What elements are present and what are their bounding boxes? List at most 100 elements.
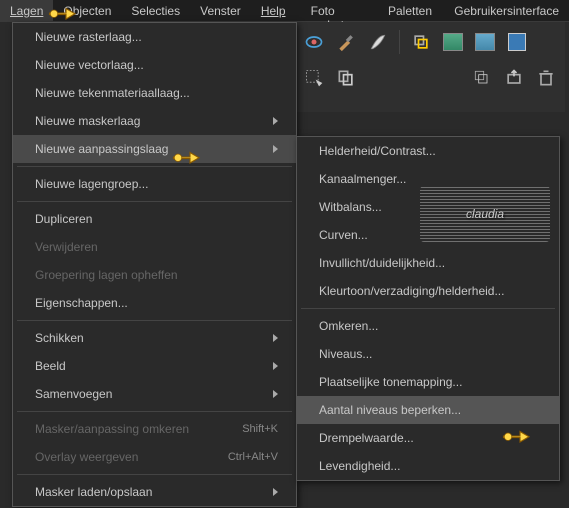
submenu-plaatselijke-tonemapping[interactable]: Plaatselijke tonemapping... [297, 368, 559, 396]
submenu-niveaus[interactable]: Niveaus... [297, 340, 559, 368]
menu-venster-label: Venster [200, 4, 241, 18]
menu-nieuwe-lagengroep[interactable]: Nieuwe lagengroep... [13, 170, 296, 198]
submenu-invullicht[interactable]: Invullicht/duidelijkheid... [297, 249, 559, 277]
menu-verwijderen[interactable]: Verwijderen [13, 233, 296, 261]
submenu-levendigheid[interactable]: Levendigheid... [297, 452, 559, 480]
submenu-helderheid-contrast[interactable]: Helderheid/Contrast... [297, 137, 559, 165]
submenu-witbalans[interactable]: Witbalans... [297, 193, 559, 221]
chevron-right-icon [273, 334, 278, 342]
export-icon[interactable] [501, 66, 527, 90]
label: Helderheid/Contrast... [319, 144, 436, 158]
menubar: Lagen Objecten Selecties Venster Help Fo… [0, 0, 569, 22]
chevron-right-icon [273, 488, 278, 496]
shortcut: Ctrl+Alt+V [228, 451, 278, 463]
label: Dupliceren [35, 212, 92, 226]
menu-selecties[interactable]: Selecties [121, 0, 190, 21]
menu-paletten-label: Paletten [388, 4, 432, 18]
label: Nieuwe maskerlaag [35, 114, 140, 128]
label: Masker laden/opslaan [35, 485, 152, 499]
label: Kleurtoon/verzadiging/helderheid... [319, 284, 504, 298]
menu-help[interactable]: Help [251, 0, 296, 21]
trash-icon[interactable] [533, 66, 559, 90]
crop-icon[interactable] [408, 30, 434, 54]
label: Schikken [35, 331, 84, 345]
menu-nieuwe-tekenmateriaallaag[interactable]: Nieuwe tekenmateriaallaag... [13, 79, 296, 107]
toolbar-row-2 [295, 58, 565, 94]
menu-separator [17, 320, 292, 321]
label: Plaatselijke tonemapping... [319, 375, 462, 389]
menu-nieuwe-rasterlaag[interactable]: Nieuwe rasterlaag... [13, 23, 296, 51]
label: Witbalans... [319, 200, 382, 214]
menu-overlay-weergeven[interactable]: Overlay weergeven Ctrl+Alt+V [13, 443, 296, 471]
label: Levendigheid... [319, 459, 400, 473]
menu-paletten[interactable]: Paletten [378, 0, 442, 21]
menu-nieuwe-aanpassingslaag[interactable]: Nieuwe aanpassingslaag [13, 135, 296, 163]
menu-masker-laden-opslaan[interactable]: Masker laden/opslaan [13, 478, 296, 506]
menu-lagen[interactable]: Lagen [0, 0, 53, 21]
label: Masker/aanpassing omkeren [35, 422, 189, 436]
menu-objecten[interactable]: Objecten [53, 0, 121, 21]
menu-samenvoegen[interactable]: Samenvoegen [13, 380, 296, 408]
menu-schikken[interactable]: Schikken [13, 324, 296, 352]
square-icon[interactable] [504, 30, 530, 54]
eye-icon[interactable] [301, 30, 327, 54]
brush-icon[interactable] [333, 30, 359, 54]
feather-icon[interactable] [365, 30, 391, 54]
submenu-omkeren[interactable]: Omkeren... [297, 312, 559, 340]
label: Nieuwe lagengroep... [35, 177, 148, 191]
label: Nieuwe vectorlaag... [35, 58, 144, 72]
menu-eigenschappen[interactable]: Eigenschappen... [13, 289, 296, 317]
label: Nieuwe tekenmateriaallaag... [35, 86, 190, 100]
menu-separator [17, 474, 292, 475]
menu-nieuwe-vectorlaag[interactable]: Nieuwe vectorlaag... [13, 51, 296, 79]
label: Eigenschappen... [35, 296, 128, 310]
label: Samenvoegen [35, 387, 112, 401]
layers-icon[interactable] [469, 66, 495, 90]
menu-beeld[interactable]: Beeld [13, 352, 296, 380]
label: Kanaalmenger... [319, 172, 406, 186]
menu-gebruikersinterface[interactable]: Gebruikersinterface [444, 0, 569, 21]
image-thumb-1-icon[interactable] [440, 30, 466, 54]
label: Omkeren... [319, 319, 378, 333]
submenu-kleurtoon[interactable]: Kleurtoon/verzadiging/helderheid... [297, 277, 559, 305]
menu-nieuwe-maskerlaag[interactable]: Nieuwe maskerlaag [13, 107, 296, 135]
menu-separator [301, 308, 555, 309]
copy-icon[interactable] [333, 66, 359, 90]
aanpassingslaag-submenu: Helderheid/Contrast... Kanaalmenger... W… [296, 136, 560, 481]
chevron-right-icon [273, 362, 278, 370]
menu-masker-omkeren[interactable]: Masker/aanpassing omkeren Shift+K [13, 415, 296, 443]
chevron-right-icon [273, 117, 278, 125]
menu-separator [17, 411, 292, 412]
shortcut: Shift+K [242, 423, 278, 435]
label: Beeld [35, 359, 66, 373]
toolbar-area [295, 22, 565, 112]
label: Nieuwe rasterlaag... [35, 30, 142, 44]
label: Curven... [319, 228, 368, 242]
lagen-dropdown: Nieuwe rasterlaag... Nieuwe vectorlaag..… [12, 22, 297, 507]
submenu-curven[interactable]: Curven... [297, 221, 559, 249]
label: Verwijderen [35, 240, 98, 254]
menu-groepering-opheffen[interactable]: Groepering lagen opheffen [13, 261, 296, 289]
toolbar-divider [399, 30, 400, 54]
select-move-icon[interactable] [301, 66, 327, 90]
menu-foto-verbeteren[interactable]: Foto verbeteren [301, 0, 378, 21]
chevron-right-icon [273, 145, 278, 153]
label: Nieuwe aanpassingslaag [35, 142, 168, 156]
label: Drempelwaarde... [319, 431, 414, 445]
submenu-drempelwaarde[interactable]: Drempelwaarde... [297, 424, 559, 452]
submenu-aantal-niveaus-beperken[interactable]: Aantal niveaus beperken... [297, 396, 559, 424]
label: Invullicht/duidelijkheid... [319, 256, 445, 270]
menu-separator [17, 166, 292, 167]
chevron-right-icon [273, 390, 278, 398]
submenu-kanaalmenger[interactable]: Kanaalmenger... [297, 165, 559, 193]
label: Aantal niveaus beperken... [319, 403, 461, 417]
label: Niveaus... [319, 347, 372, 361]
menu-dupliceren[interactable]: Dupliceren [13, 205, 296, 233]
menu-venster[interactable]: Venster [190, 0, 251, 21]
menu-separator [17, 201, 292, 202]
menu-selecties-label: Selecties [131, 4, 180, 18]
label: Overlay weergeven [35, 450, 138, 464]
menu-lagen-label: Lagen [10, 4, 43, 18]
image-thumb-2-icon[interactable] [472, 30, 498, 54]
menu-ui-label: Gebruikersinterface [454, 4, 559, 18]
